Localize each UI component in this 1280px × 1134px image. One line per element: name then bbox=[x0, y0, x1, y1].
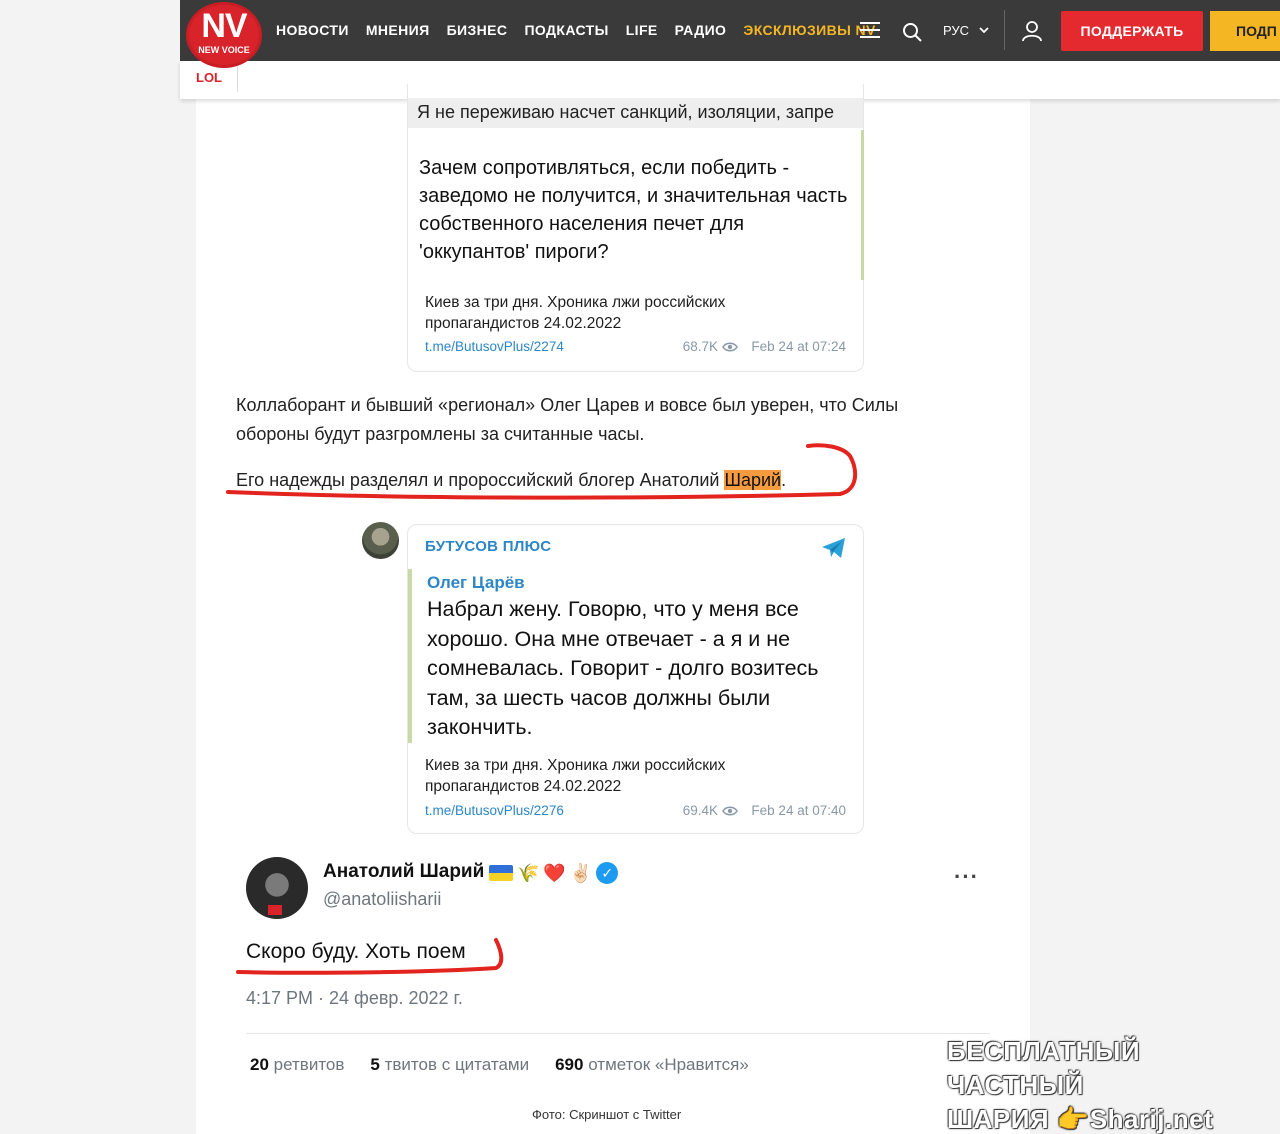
tweet-author-name[interactable]: Анатолий Шарий bbox=[323, 861, 484, 883]
nav-item-business[interactable]: БИЗНЕС bbox=[447, 22, 508, 42]
post-date: Feb 24 at 07:24 bbox=[751, 339, 846, 354]
retweet-count[interactable]: 20 ретвитов bbox=[250, 1055, 344, 1075]
view-count: 69.4K bbox=[682, 803, 718, 818]
eye-icon bbox=[722, 806, 738, 816]
wheat-icon: 🌾 bbox=[517, 862, 540, 883]
stat-label: ретвитов bbox=[273, 1055, 345, 1074]
ukraine-flag-icon bbox=[489, 865, 513, 881]
nav-item-life[interactable]: LIFE bbox=[626, 22, 658, 42]
article-paragraph: Коллаборант и бывший «регионал» Олег Цар… bbox=[236, 395, 899, 444]
quoted-text: Я не переживаю насчет санкций, изоляции,… bbox=[408, 98, 863, 128]
logo-text: NV bbox=[201, 7, 247, 45]
tweet-text: Скоро буду. Хоть поем bbox=[246, 940, 466, 963]
tweet-author-handle[interactable]: @anatoliisharii bbox=[323, 889, 441, 910]
post-meta: t.me/ButusovPlus/2276 69.4K Feb 24 at 07… bbox=[425, 803, 846, 821]
channel-name[interactable]: БУТУСОВ ПЛЮС bbox=[425, 538, 551, 555]
watermark-line: ШАРИЯ 👉Sharij.net bbox=[947, 1102, 1267, 1134]
section-link-lol[interactable]: LOL bbox=[196, 70, 222, 85]
heart-icon: ❤️ bbox=[543, 862, 566, 883]
post-caption: Киев за три дня. Хроника лжи российских … bbox=[425, 294, 726, 332]
paragraph-text: Его надежды разделял и пророссийский бло… bbox=[236, 470, 725, 490]
divider bbox=[1004, 10, 1005, 50]
tweet-stats: 20 ретвитов 5 твитов с цитатами 690 отме… bbox=[250, 1055, 775, 1075]
highlighted-name: Шарий bbox=[724, 470, 782, 490]
divider bbox=[237, 66, 238, 92]
pointing-hand-icon: 👉 bbox=[1049, 1104, 1090, 1134]
article-paragraph: Его надежды разделял и пророссийский бло… bbox=[236, 466, 956, 495]
page: NV NEW VOICE LOL НОВОСТИ МНЕНИЯ БИЗНЕС П… bbox=[0, 0, 1280, 1134]
tweet-timestamp[interactable]: 4:17 PM · 24 февр. 2022 г. bbox=[246, 988, 463, 1009]
photo-caption: Фото: Скриншот с Twitter bbox=[532, 1107, 682, 1122]
post-text: Набрал жену. Говорю, что у меня все хоро… bbox=[427, 597, 819, 739]
telegram-embed: Я не переживаю насчет санкций, изоляции,… bbox=[407, 84, 864, 372]
nav-item-radio[interactable]: РАДИО bbox=[675, 22, 727, 42]
paragraph-text: . bbox=[781, 470, 787, 490]
channel-avatar[interactable] bbox=[362, 522, 399, 559]
logo-subtext: NEW VOICE bbox=[198, 45, 250, 55]
quote-bar bbox=[861, 130, 864, 280]
view-count: 68.7K bbox=[682, 339, 718, 354]
user-icon[interactable] bbox=[1020, 19, 1044, 43]
post-meta: t.me/ButusovPlus/2274 68.7K Feb 24 at 07… bbox=[425, 339, 846, 357]
watermark-text: Sharij.net bbox=[1089, 1104, 1214, 1134]
nav-item-opinions[interactable]: МНЕНИЯ bbox=[366, 22, 430, 42]
telegram-icon[interactable] bbox=[821, 537, 847, 559]
post-text: Зачем сопротивляться, если победить - за… bbox=[419, 157, 848, 263]
post-caption: Киев за три дня. Хроника лжи российских … bbox=[425, 757, 726, 795]
nav-item-podcasts[interactable]: ПОДКАСТЫ bbox=[524, 22, 608, 42]
telegram-embed: БУТУСОВ ПЛЮС Олег Царёв Набрал жену. Гов… bbox=[407, 524, 864, 834]
watermark-text: ШАРИЯ bbox=[947, 1104, 1050, 1134]
divider bbox=[246, 1033, 990, 1034]
nv-logo[interactable]: NV NEW VOICE bbox=[186, 2, 262, 68]
main-nav: НОВОСТИ МНЕНИЯ БИЗНЕС ПОДКАСТЫ LIFE РАДИ… bbox=[276, 22, 893, 42]
like-count[interactable]: 690 отметок «Нравится» bbox=[555, 1055, 749, 1075]
name-emojis: 🌾 ❤️ ✌🏻 ✓ bbox=[489, 861, 619, 885]
eye-icon bbox=[722, 342, 738, 352]
post-link[interactable]: t.me/ButusovPlus/2274 bbox=[425, 339, 564, 354]
badge bbox=[268, 905, 282, 915]
stat-number: 5 bbox=[370, 1055, 380, 1074]
nav-item-exclusives[interactable]: ЭКСКЛЮЗИВЫ NV bbox=[743, 22, 875, 42]
stat-label: отметок «Нравится» bbox=[588, 1055, 749, 1074]
subscribe-button[interactable]: ПОДП bbox=[1210, 11, 1280, 51]
stat-number: 20 bbox=[250, 1055, 269, 1074]
victory-hand-icon: ✌🏻 bbox=[569, 862, 593, 883]
watermark: БЕСПЛАТНЫЙ ЧАСТНЫЙ ШАРИЯ 👉Sharij.net bbox=[947, 1034, 1267, 1134]
quote-count[interactable]: 5 твитов с цитатами bbox=[370, 1055, 529, 1075]
support-button[interactable]: ПОДДЕРЖАТЬ bbox=[1061, 11, 1203, 51]
quoted-author[interactable]: Олег Царёв bbox=[427, 573, 525, 593]
menu-icon[interactable] bbox=[860, 22, 880, 38]
avatar[interactable] bbox=[246, 857, 308, 919]
nav-item-news[interactable]: НОВОСТИ bbox=[276, 22, 349, 42]
more-options-icon[interactable]: ··· bbox=[954, 864, 979, 890]
stat-number: 690 bbox=[555, 1055, 584, 1074]
watermark-line: БЕСПЛАТНЫЙ ЧАСТНЫЙ bbox=[947, 1036, 1141, 1100]
post-link[interactable]: t.me/ButusovPlus/2276 bbox=[425, 803, 564, 818]
language-select[interactable]: РУС bbox=[943, 23, 969, 38]
search-icon[interactable] bbox=[902, 22, 922, 42]
quote-bar bbox=[408, 569, 412, 743]
post-date: Feb 24 at 07:40 bbox=[751, 803, 846, 818]
chevron-down-icon[interactable] bbox=[978, 24, 990, 36]
stat-label: твитов с цитатами bbox=[384, 1055, 530, 1074]
verified-badge-icon: ✓ bbox=[596, 862, 619, 884]
